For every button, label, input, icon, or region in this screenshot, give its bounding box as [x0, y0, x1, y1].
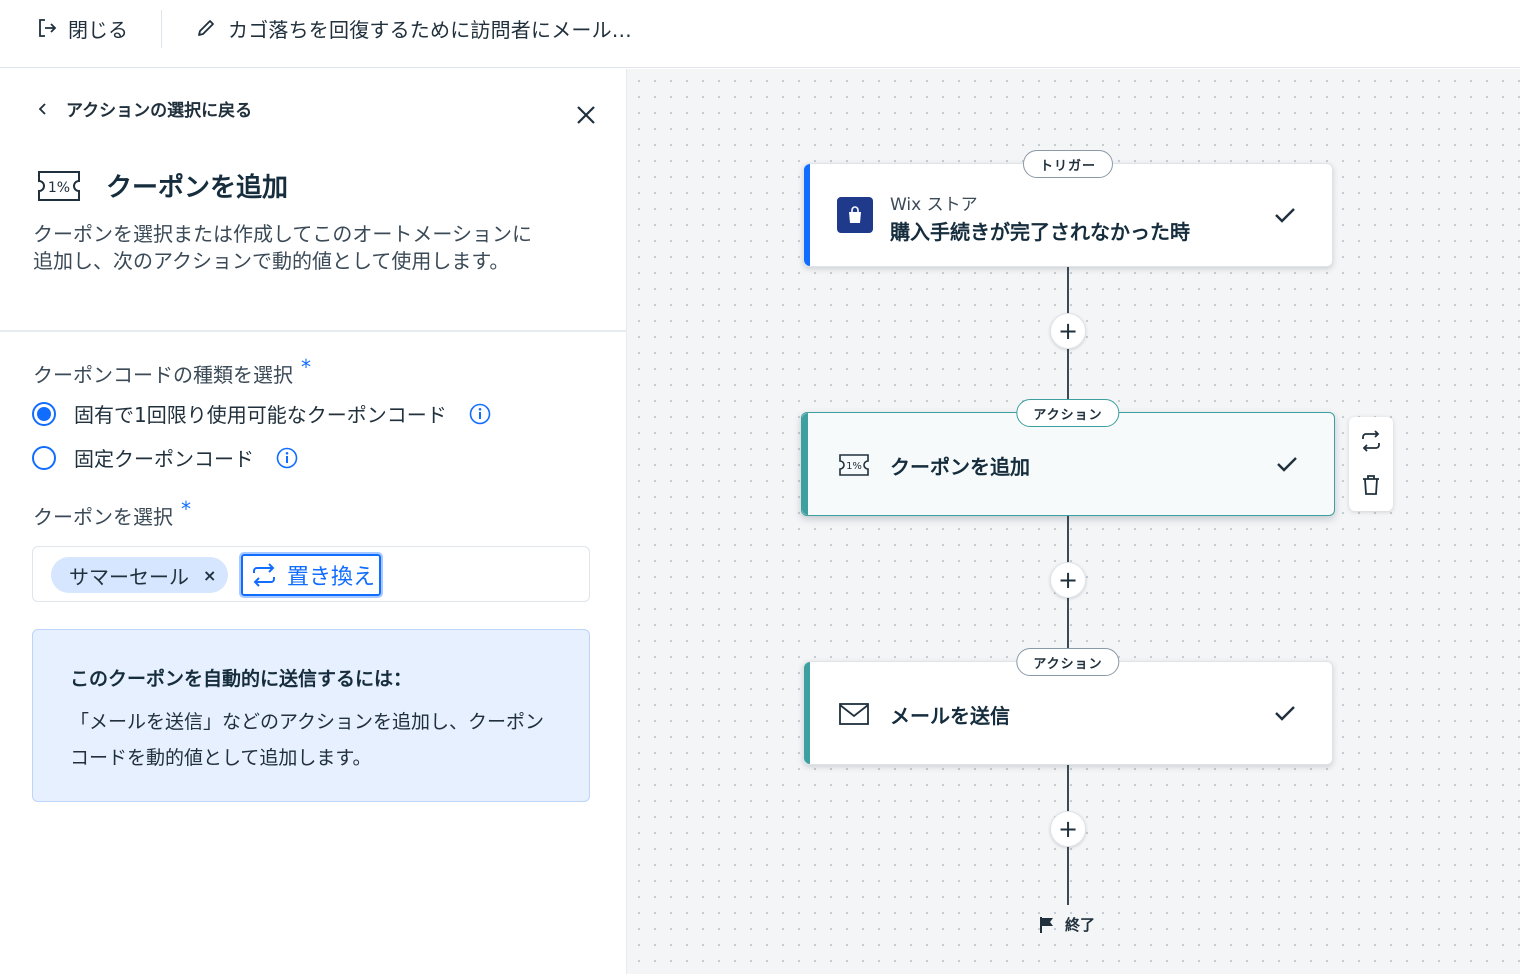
step-toolbar	[1349, 417, 1393, 511]
required-mark: *	[301, 355, 311, 379]
divider	[161, 10, 162, 48]
close-button[interactable]: 閉じる	[36, 14, 128, 42]
selected-coupon-chip: サマーセール ×	[51, 557, 229, 593]
info-box: このクーポンを自動的に送信するには： 「メールを送信」などのアクションを追加し、…	[32, 629, 590, 802]
automation-title: カゴ落ちを回復するために訪問者にメール…	[228, 17, 632, 42]
envelope-icon	[839, 703, 869, 725]
info-box-text: 「メールを送信」などのアクションを追加し、クーポンコードを動的値として追加します…	[70, 711, 545, 769]
card-accent	[802, 413, 808, 515]
replace-coupon-button[interactable]: 置き換え	[238, 552, 384, 598]
action-pill: アクション	[1016, 648, 1120, 676]
trigger-title: 購入手続きが完了されなかった時	[890, 220, 1190, 244]
end-marker: 終了	[1039, 914, 1095, 935]
panel-header: 1% クーポンを追加	[36, 167, 288, 204]
add-coupon-action-card[interactable]: アクション 1% クーポンを追加	[801, 399, 1335, 516]
add-step-button[interactable]: +	[1050, 562, 1086, 598]
info-box-title: このクーポンを自動的に送信するには：	[70, 668, 413, 690]
radio-label: 固定クーポンコード	[74, 447, 254, 471]
coupon-type-label-text: クーポンコードの種類を選択	[33, 363, 293, 387]
trigger-pill: トリガー	[1022, 150, 1114, 178]
coupon-select-field[interactable]: サマーセール × 置き換え	[32, 546, 590, 602]
coupon-chip-label: サマーセール	[69, 564, 189, 589]
back-to-actions-link[interactable]: アクションの選択に戻る	[36, 96, 252, 121]
replace-label: 置き換え	[287, 565, 376, 590]
radio-label: 固有で1回限り使用可能なクーポンコード	[74, 403, 447, 427]
card-accent	[804, 164, 810, 266]
coupon-type-label: クーポンコードの種類を選択 *	[33, 355, 311, 388]
pencil-icon	[198, 20, 214, 36]
end-label: 終了	[1065, 916, 1096, 934]
svg-text:1%: 1%	[48, 180, 70, 196]
action-title: メールを送信	[890, 704, 1010, 728]
close-label: 閉じる	[68, 17, 128, 42]
trigger-app-name: Wix ストア	[890, 195, 978, 215]
add-step-button[interactable]: +	[1050, 313, 1086, 349]
info-icon[interactable]	[469, 403, 491, 425]
back-link-label: アクションの選択に戻る	[66, 101, 253, 121]
shopping-bag-icon	[837, 197, 873, 233]
trigger-card[interactable]: トリガー Wix ストア 購入手続きが完了されなかった時	[803, 150, 1333, 267]
top-bar: 閉じる カゴ落ちを回復するために訪問者にメール…	[0, 0, 1520, 68]
add-step-button[interactable]: +	[1050, 811, 1086, 847]
swap-icon	[253, 563, 275, 587]
card-accent	[804, 662, 810, 764]
radio-button[interactable]	[32, 445, 56, 470]
radio-fixed-code[interactable]: 固定クーポンコード	[32, 443, 298, 472]
radio-button[interactable]	[32, 401, 56, 426]
check-icon	[1275, 706, 1295, 721]
exit-icon	[39, 19, 57, 37]
svg-text:1%: 1%	[846, 461, 862, 472]
check-icon	[1275, 208, 1295, 223]
swap-icon[interactable]	[1359, 429, 1383, 453]
remove-coupon-button[interactable]: ×	[203, 566, 216, 585]
automation-title-button[interactable]: カゴ落ちを回復するために訪問者にメール…	[196, 14, 632, 42]
action-pill: アクション	[1016, 399, 1120, 427]
close-icon[interactable]	[572, 101, 600, 129]
automation-canvas[interactable]: トリガー Wix ストア 購入手続きが完了されなかった時 + アクション 1% …	[627, 69, 1520, 974]
send-email-action-card[interactable]: アクション メールを送信	[803, 648, 1333, 765]
chevron-left-icon	[38, 102, 46, 115]
trash-icon[interactable]	[1359, 473, 1383, 497]
action-settings-panel: アクションの選択に戻る 1% クーポンを追加 クーポンを選択または作成してこのオ…	[0, 69, 627, 974]
check-icon	[1277, 457, 1297, 472]
select-coupon-label: クーポンを選択 *	[33, 497, 191, 530]
coupon-icon: 1%	[839, 454, 869, 476]
select-coupon-label-text: クーポンを選択	[33, 505, 173, 529]
radio-unique-code[interactable]: 固有で1回限り使用可能なクーポンコード	[32, 399, 491, 428]
flag-icon	[1040, 916, 1053, 933]
coupon-icon: 1%	[38, 170, 80, 201]
panel-description: クーポンを選択または作成してこのオートメーションに追加し、次のアクションで動的値…	[33, 222, 532, 273]
panel-divider	[0, 330, 627, 332]
required-mark: *	[181, 497, 191, 521]
action-title: クーポンを追加	[890, 455, 1030, 479]
info-icon[interactable]	[276, 447, 298, 469]
panel-title: クーポンを追加	[106, 173, 289, 203]
